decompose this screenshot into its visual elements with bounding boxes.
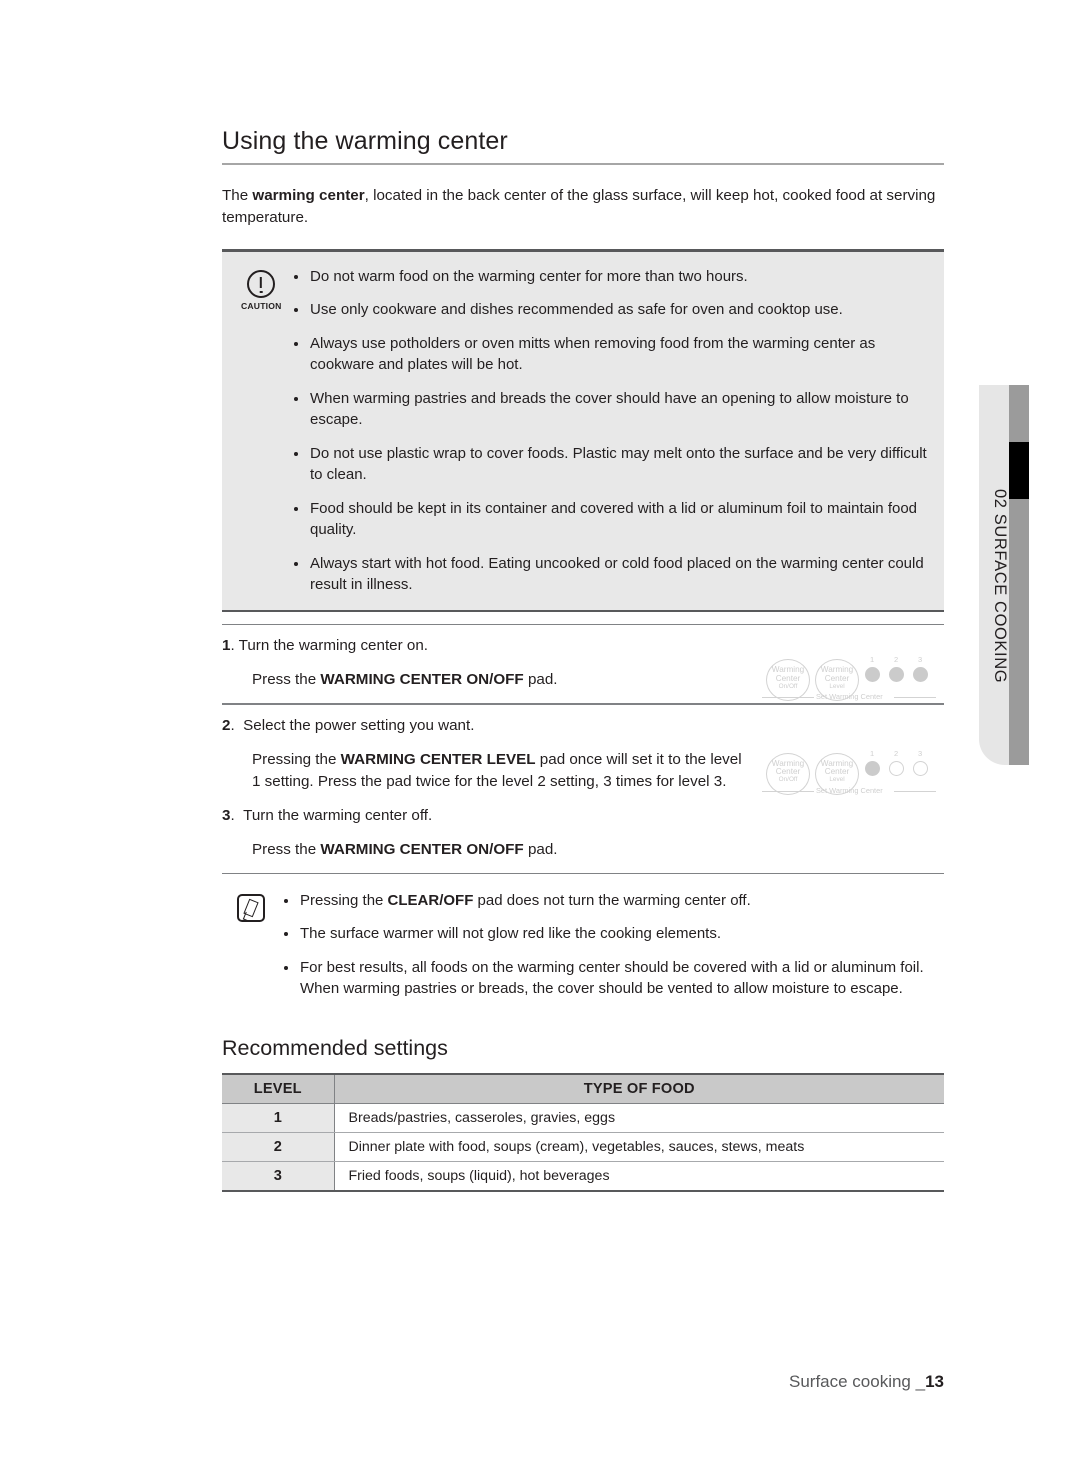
cell-level: 2 <box>222 1132 335 1163</box>
note-bullet-1-before: Pressing the <box>300 891 388 909</box>
table-header-row: LEVEL TYPE OF FOOD <box>222 1072 944 1105</box>
procedure-steps: 1. Turn the warming center on. Press the… <box>222 612 944 874</box>
note-bullet-1-bold: CLEAR/OFF <box>387 891 474 909</box>
list-item: The surface warmer will not glow red lik… <box>280 923 938 945</box>
cell-food: Dinner plate with food, soups (cream), v… <box>334 1132 944 1163</box>
page-footer: Surface cooking _13 <box>222 1372 944 1392</box>
note-bullet-list: Pressing the CLEAR/OFF pad does not turn… <box>280 890 944 1000</box>
indicator-number-2: 2 <box>894 655 899 665</box>
control-panel-graphic-step-2: Warming Center On/Off Warming Center Lev… <box>754 743 944 805</box>
list-item: Pressing the CLEAR/OFF pad does not turn… <box>280 890 938 912</box>
note-panel: Pressing the CLEAR/OFF pad does not turn… <box>222 874 944 1000</box>
panel-outline-right <box>894 697 936 699</box>
indicator-number-1: 1 <box>870 655 875 665</box>
step-3-body-before: Press the <box>252 840 321 858</box>
control-panel-graphic-step-1: Warming Center On/Off Warming Center Lev… <box>754 649 944 711</box>
exclamation-circle-icon <box>247 269 275 298</box>
cell-level: 1 <box>222 1103 335 1134</box>
column-header-type-of-food: TYPE OF FOOD <box>334 1072 944 1105</box>
intro-text-before: The <box>222 187 253 204</box>
list-item: Do not use plastic wrap to cover foods. … <box>290 443 928 486</box>
caution-icon-column: CAUTION <box>232 266 290 596</box>
caution-icon-label: CAUTION <box>241 300 282 311</box>
list-item: Always use potholders or oven mitts when… <box>290 333 928 376</box>
note-bullet-1-after: pad does not turn the warming center off… <box>473 891 751 909</box>
list-item: Do not warm food on the warming center f… <box>290 266 928 288</box>
step-2: 2. Select the power setting you want. Pr… <box>222 705 944 805</box>
cell-food: Fried foods, soups (liquid), hot beverag… <box>334 1161 944 1192</box>
step-1: 1. Turn the warming center on. Press the… <box>222 625 944 703</box>
step-3-body-bold: WARMING CENTER ON/OFF <box>320 840 524 858</box>
list-item: Use only cookware and dishes recommended… <box>290 299 928 321</box>
step-3-heading-text: Turn the warming center off. <box>243 806 433 824</box>
list-item: For best results, all foods on the warmi… <box>280 957 938 1000</box>
step-3-body-after: pad. <box>523 840 558 858</box>
indicator-number-3: 3 <box>918 748 923 758</box>
column-header-level: LEVEL <box>222 1072 335 1105</box>
pad-label-line-3: On/Off <box>778 683 798 691</box>
recommended-settings-title: Recommended settings <box>222 1035 448 1060</box>
step-2-body-bold: WARMING CENTER LEVEL <box>340 750 536 768</box>
step-1-body-after: pad. <box>523 671 558 689</box>
cell-level: 3 <box>222 1161 335 1192</box>
panel-outline-right <box>894 790 936 792</box>
table-row: 2 Dinner plate with food, soups (cream),… <box>222 1132 944 1163</box>
indicator-dot-3 <box>913 667 928 683</box>
step-2-body-before: Pressing the <box>252 750 341 768</box>
warming-center-onoff-pad-icon: Warming Center On/Off <box>766 752 810 795</box>
indicator-dot-3 <box>913 760 928 776</box>
manual-page: 02 SURFACE COOKING Using the warming cen… <box>0 0 1080 1483</box>
side-tab-label: 02 SURFACE COOKING <box>991 488 1009 684</box>
step-2-heading: 2. Select the power setting you want. <box>222 716 475 734</box>
list-item: When warming pastries and breads the cov… <box>290 388 928 431</box>
recommended-settings-table: LEVEL TYPE OF FOOD 1 Breads/pastries, ca… <box>222 1072 944 1192</box>
pad-label-line-3: On/Off <box>778 776 798 784</box>
set-warming-center-label: Set Warming Center <box>816 692 883 702</box>
caution-bullet-list: Do not warm food on the warming center f… <box>290 266 934 596</box>
pad-label-line-3: Level <box>829 776 845 784</box>
caution-icon: CAUTION <box>241 269 282 311</box>
table-row: 3 Fried foods, soups (liquid), hot bever… <box>222 1161 944 1192</box>
indicator-dot-2 <box>889 667 904 683</box>
footer-page-number: 13 <box>925 1372 944 1391</box>
step-3: 3. Turn the warming center off. Press th… <box>222 805 944 873</box>
side-chapter-tab: 02 SURFACE COOKING <box>979 385 1029 765</box>
set-warming-center-label: Set Warming Center <box>816 785 883 795</box>
cell-food: Breads/pastries, casseroles, gravies, eg… <box>334 1103 944 1134</box>
side-tab-chapter-marker <box>1009 442 1029 499</box>
footer-text: Surface cooking _ <box>788 1372 926 1391</box>
list-item: Food should be kept in its container and… <box>290 498 928 541</box>
note-icon-column <box>222 890 280 1000</box>
note-pencil-icon <box>237 893 265 922</box>
indicator-dot-1 <box>865 667 880 683</box>
panel-outline-left <box>762 790 814 792</box>
step-1-body: Press the WARMING CENTER ON/OFF pad. <box>222 657 742 691</box>
list-item: Always start with hot food. Eating uncoo… <box>290 553 928 596</box>
warming-center-onoff-pad-icon: Warming Center On/Off <box>766 659 810 702</box>
caution-box: CAUTION Do not warm food on the warming … <box>222 251 944 610</box>
pad-label-line-3: Level <box>829 683 845 691</box>
panel-outline-left <box>762 697 814 699</box>
step-1-body-bold: WARMING CENTER ON/OFF <box>320 671 524 689</box>
step-1-body-before: Press the <box>252 671 321 689</box>
indicator-dot-2 <box>889 760 904 776</box>
step-1-heading-text: Turn the warming center on. <box>238 637 428 655</box>
indicator-number-2: 2 <box>894 748 899 758</box>
step-2-heading-text: Select the power setting you want. <box>243 716 475 734</box>
indicator-dot-1 <box>865 760 880 776</box>
intro-paragraph: The warming center, located in the back … <box>222 165 944 229</box>
step-3-heading: 3. Turn the warming center off. <box>222 806 433 824</box>
caution-panel: CAUTION Do not warm food on the warming … <box>222 249 944 612</box>
indicator-number-1: 1 <box>870 748 875 758</box>
indicator-number-3: 3 <box>918 655 923 665</box>
page-title: Using the warming center <box>222 127 508 155</box>
step-3-body: Press the WARMING CENTER ON/OFF pad. <box>222 827 742 861</box>
page-content: Using the warming center The warming cen… <box>222 0 944 1192</box>
table-row: 1 Breads/pastries, casseroles, gravies, … <box>222 1103 944 1134</box>
intro-text-bold: warming center <box>252 187 365 204</box>
step-2-body: Pressing the WARMING CENTER LEVEL pad on… <box>222 737 742 793</box>
